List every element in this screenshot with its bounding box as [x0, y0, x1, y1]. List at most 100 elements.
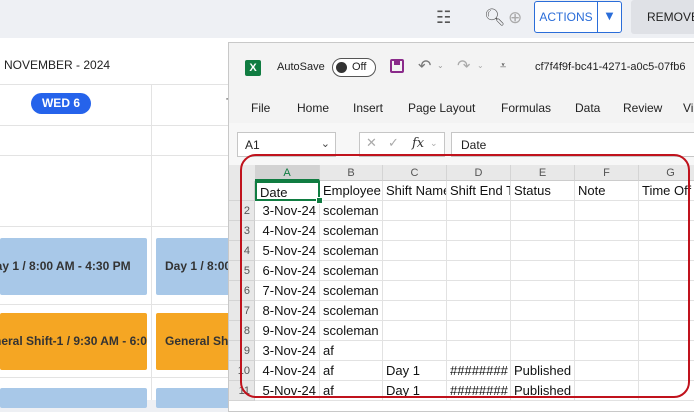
cell[interactable]: scoleman	[320, 241, 383, 261]
cell[interactable]	[511, 221, 575, 241]
cell[interactable]: scoleman	[320, 201, 383, 221]
formula-input[interactable]: Date	[451, 132, 694, 157]
row-header[interactable]: 6	[229, 281, 255, 301]
confirm-icon[interactable]: ✓	[388, 136, 399, 151]
cell[interactable]	[511, 321, 575, 341]
row-header[interactable]: 4	[229, 241, 255, 261]
cell[interactable]: scoleman	[320, 261, 383, 281]
cell[interactable]: 6-Nov-24	[255, 261, 320, 281]
cell[interactable]: scoleman	[320, 301, 383, 321]
cell[interactable]: Shift End Time	[447, 181, 511, 201]
column-header-a[interactable]: A	[255, 165, 320, 181]
cell[interactable]	[383, 281, 447, 301]
cell[interactable]	[383, 261, 447, 281]
column-header-f[interactable]: F	[575, 165, 639, 181]
cell[interactable]	[511, 241, 575, 261]
cell[interactable]: Published	[511, 361, 575, 381]
cell[interactable]	[639, 281, 694, 301]
zoom-in-icon[interactable]: ⊕	[508, 8, 522, 28]
cell[interactable]	[575, 301, 639, 321]
cancel-icon[interactable]: ✕	[366, 136, 377, 151]
cell[interactable]: 4-Nov-24	[255, 361, 320, 381]
remove-button[interactable]: REMOVE	[631, 0, 694, 34]
cell[interactable]: af	[320, 381, 383, 401]
cell[interactable]	[575, 361, 639, 381]
cell[interactable]	[511, 281, 575, 301]
row-header[interactable]: 8	[229, 321, 255, 341]
cell[interactable]	[383, 201, 447, 221]
cell[interactable]	[447, 301, 511, 321]
cell[interactable]	[447, 281, 511, 301]
undo-icon[interactable]: ↶	[418, 56, 431, 75]
undo-dropdown-icon[interactable]: ⌄	[437, 61, 444, 70]
day-pill-wed[interactable]: WED 6	[31, 93, 91, 114]
row-header[interactable]: 11	[229, 381, 255, 401]
cell[interactable]: Status	[511, 181, 575, 201]
actions-label[interactable]: ACTIONS	[535, 2, 597, 32]
cell[interactable]: Date	[255, 181, 320, 201]
cell[interactable]: 3-Nov-24	[255, 341, 320, 361]
chevron-down-icon[interactable]: ⌄	[321, 137, 330, 150]
cell[interactable]	[383, 221, 447, 241]
cell[interactable]: 7-Nov-24	[255, 281, 320, 301]
cell[interactable]	[383, 241, 447, 261]
column-header-b[interactable]: B	[320, 165, 383, 181]
tab-page-layout[interactable]: Page Layout	[408, 101, 475, 115]
cell[interactable]	[575, 221, 639, 241]
cell[interactable]: 9-Nov-24	[255, 321, 320, 341]
cell[interactable]: 3-Nov-24	[255, 201, 320, 221]
row-header[interactable]: 5	[229, 261, 255, 281]
cell[interactable]	[447, 241, 511, 261]
cell[interactable]	[575, 381, 639, 401]
tab-data[interactable]: Data	[575, 101, 600, 115]
cell[interactable]	[575, 241, 639, 261]
fill-handle[interactable]	[316, 197, 323, 204]
column-header-c[interactable]: C	[383, 165, 447, 181]
tab-formulas[interactable]: Formulas	[501, 101, 551, 115]
cell[interactable]	[383, 301, 447, 321]
cell[interactable]	[639, 261, 694, 281]
cell[interactable]	[575, 321, 639, 341]
select-all-corner[interactable]	[229, 165, 256, 182]
cell[interactable]: scoleman	[320, 281, 383, 301]
cell[interactable]	[447, 221, 511, 241]
cell[interactable]	[447, 321, 511, 341]
row-header[interactable]: 9	[229, 341, 255, 361]
cell[interactable]: af	[320, 341, 383, 361]
cell[interactable]	[447, 201, 511, 221]
name-box[interactable]: A1 ⌄	[237, 132, 336, 157]
cell[interactable]	[575, 201, 639, 221]
row-header[interactable]: 7	[229, 301, 255, 321]
sliders-icon[interactable]: ☷	[436, 8, 451, 28]
cell[interactable]	[575, 261, 639, 281]
cell[interactable]: ########	[447, 361, 511, 381]
row-header[interactable]	[229, 181, 255, 201]
save-icon[interactable]	[390, 59, 404, 73]
cell[interactable]: Time Off	[639, 181, 694, 201]
tab-file[interactable]: File	[251, 101, 270, 115]
cell[interactable]: 5-Nov-24	[255, 241, 320, 261]
column-header-e[interactable]: E	[511, 165, 575, 181]
cell[interactable]	[383, 341, 447, 361]
cell[interactable]: 4-Nov-24	[255, 221, 320, 241]
customize-quick-access-icon[interactable]: ⩡	[500, 59, 506, 73]
column-header-d[interactable]: D	[447, 165, 511, 181]
spreadsheet-grid[interactable]: ABCDEFG Date Employee Shift Name Shift End …	[229, 165, 694, 411]
cell[interactable]	[511, 261, 575, 281]
cell[interactable]	[383, 321, 447, 341]
insert-function-icon[interactable]: fx	[412, 136, 424, 151]
redo-dropdown-icon[interactable]: ⌄	[477, 61, 484, 70]
cell[interactable]: Day 1	[383, 381, 447, 401]
cell[interactable]	[639, 381, 694, 401]
row-header[interactable]: 10	[229, 361, 255, 381]
row-header[interactable]: 3	[229, 221, 255, 241]
cell[interactable]: Day 1	[383, 361, 447, 381]
cell[interactable]	[447, 261, 511, 281]
cell[interactable]: Published	[511, 381, 575, 401]
cell[interactable]	[511, 301, 575, 321]
cell[interactable]: scoleman	[320, 221, 383, 241]
cell[interactable]	[511, 201, 575, 221]
cell[interactable]	[639, 301, 694, 321]
cell[interactable]	[639, 361, 694, 381]
shift-block[interactable]: Day 1 / 8:00 AM - 4:30 PM	[0, 238, 147, 295]
